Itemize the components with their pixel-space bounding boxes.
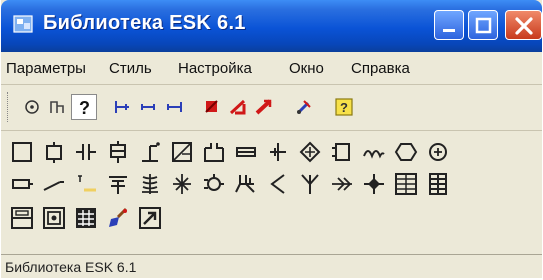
connector-both-icon bbox=[141, 104, 155, 110]
connector-right-icon bbox=[167, 102, 182, 112]
minimize-button[interactable] bbox=[434, 10, 464, 40]
fuse-symbol-icon[interactable] bbox=[234, 140, 258, 164]
maximize-icon bbox=[475, 17, 492, 34]
yellow-help-icon: ? bbox=[335, 98, 353, 116]
switch-box-symbol-icon[interactable] bbox=[170, 140, 194, 164]
connector-left-button[interactable] bbox=[109, 94, 135, 120]
double-arrow-symbol-icon[interactable] bbox=[330, 172, 354, 196]
marker-symbol-icon[interactable] bbox=[74, 172, 98, 196]
toolbar-divider bbox=[1, 130, 542, 131]
menu-window[interactable]: Окно bbox=[289, 60, 324, 77]
toolbar: ? ? bbox=[5, 88, 538, 128]
window-title: Библиотека ESK 6.1 bbox=[43, 12, 246, 34]
toolbar-grip[interactable] bbox=[7, 92, 11, 122]
cabinet-symbol-icon[interactable] bbox=[42, 206, 66, 230]
lamp-symbol-icon[interactable] bbox=[42, 140, 66, 164]
tool-pen-icon bbox=[297, 100, 311, 114]
connector-both-button[interactable] bbox=[135, 94, 161, 120]
svg-text:?: ? bbox=[79, 98, 90, 118]
red-arrow-2-icon bbox=[229, 99, 246, 115]
help-question-icon: ? bbox=[79, 98, 90, 118]
red-arrow-1-icon bbox=[205, 100, 218, 113]
circle-x-symbol-icon[interactable] bbox=[426, 140, 450, 164]
motor-symbol-icon[interactable] bbox=[202, 172, 226, 196]
menu-style[interactable]: Стиль bbox=[109, 60, 152, 77]
tool-pen-button[interactable] bbox=[291, 94, 317, 120]
menu-parameters[interactable]: Параметры bbox=[6, 60, 86, 77]
status-text: Библиотека ESK 6.1 bbox=[5, 259, 137, 275]
target-icon bbox=[25, 100, 39, 114]
antenna-symbol-icon[interactable] bbox=[298, 172, 322, 196]
menu-help[interactable]: Справка bbox=[351, 60, 410, 77]
help-question-button[interactable]: ? bbox=[71, 94, 97, 120]
yellow-help-button[interactable]: ? bbox=[331, 94, 357, 120]
target-button[interactable] bbox=[19, 94, 45, 120]
red-arrow-1-button[interactable] bbox=[199, 94, 225, 120]
symbol-palette bbox=[1, 140, 542, 246]
brush-tool-icon[interactable] bbox=[106, 206, 130, 230]
square-symbol-icon[interactable] bbox=[10, 140, 34, 164]
grid-box-symbol-icon[interactable] bbox=[394, 172, 418, 196]
red-arrow-2-button[interactable] bbox=[225, 94, 251, 120]
connector-left-icon bbox=[115, 101, 129, 113]
terminal-symbol-icon[interactable] bbox=[426, 172, 450, 196]
connector-right-button[interactable] bbox=[161, 94, 187, 120]
wave-symbol-icon[interactable] bbox=[362, 140, 386, 164]
capacitor-symbol-icon[interactable] bbox=[74, 140, 98, 164]
app-library-icon bbox=[13, 15, 33, 33]
cable-symbol-icon[interactable] bbox=[234, 172, 258, 196]
transformer-symbol-icon[interactable] bbox=[138, 172, 162, 196]
resistor-symbol-icon[interactable] bbox=[10, 172, 34, 196]
arrow-left-symbol-icon[interactable] bbox=[266, 172, 290, 196]
arrow-box-tool-icon[interactable] bbox=[138, 206, 162, 230]
svg-text:?: ? bbox=[340, 100, 348, 115]
menu-bar: Параметры Стиль Настройка Окно Справка bbox=[1, 52, 542, 85]
app-window: Библиотека ESK 6.1 Параметры Стиль Настр… bbox=[1, 0, 542, 278]
maximize-button[interactable] bbox=[468, 10, 498, 40]
table-symbol-icon[interactable] bbox=[74, 206, 98, 230]
status-bar: Библиотека ESK 6.1 bbox=[1, 254, 542, 278]
breaker-symbol-icon[interactable] bbox=[170, 172, 194, 196]
title-bar[interactable]: Библиотека ESK 6.1 bbox=[1, 0, 542, 52]
pin-icon bbox=[50, 101, 64, 113]
cross-plus-symbol-icon[interactable] bbox=[362, 172, 386, 196]
contact-symbol-icon[interactable] bbox=[138, 140, 162, 164]
panel-symbol-icon[interactable] bbox=[10, 206, 34, 230]
coil-symbol-icon[interactable] bbox=[330, 140, 354, 164]
close-button[interactable] bbox=[505, 10, 542, 40]
minimize-icon bbox=[443, 29, 455, 32]
hexagon-symbol-icon[interactable] bbox=[394, 140, 418, 164]
relay-symbol-icon[interactable] bbox=[106, 140, 130, 164]
close-icon bbox=[515, 17, 533, 35]
ground-symbol-icon[interactable] bbox=[106, 172, 130, 196]
red-arrow-3-icon bbox=[255, 99, 272, 115]
diamond-symbol-icon[interactable] bbox=[298, 140, 322, 164]
menu-settings[interactable]: Настройка bbox=[178, 60, 252, 77]
red-arrow-3-button[interactable] bbox=[251, 94, 277, 120]
pin-button[interactable] bbox=[45, 94, 71, 120]
line-break-symbol-icon[interactable] bbox=[42, 172, 66, 196]
plus-symbol-icon[interactable] bbox=[266, 140, 290, 164]
socket-symbol-icon[interactable] bbox=[202, 140, 226, 164]
